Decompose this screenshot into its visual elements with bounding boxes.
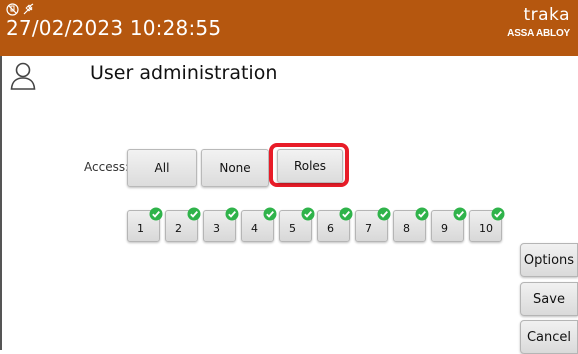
check-icon [149, 207, 163, 224]
logo-main: traka [523, 5, 570, 25]
slot-button[interactable]: 6 [317, 207, 353, 242]
status-icons [6, 3, 35, 16]
check-icon [453, 207, 467, 224]
top-status-bar: 27/02/2023 10:28:55 traka ASSA ABLOY [0, 0, 578, 56]
slot-number: 1 [137, 222, 144, 235]
power-icon [22, 3, 35, 16]
slot-number: 6 [327, 222, 334, 235]
slot-button[interactable]: 4 [241, 207, 277, 242]
access-label: Access: [84, 160, 130, 174]
slot-number: 4 [251, 222, 258, 235]
slot-number: 5 [289, 222, 296, 235]
traka-logo: traka ASSA ABLOY [507, 6, 570, 39]
check-icon [263, 207, 277, 224]
left-border [0, 56, 2, 350]
access-roles-button[interactable]: Roles [277, 149, 343, 183]
page-title: User administration [90, 62, 278, 84]
logo-sub: ASSA ABLOY [507, 28, 570, 39]
save-button[interactable]: Save [520, 282, 578, 316]
slot-button[interactable]: 3 [203, 207, 239, 242]
slot-number: 8 [403, 222, 410, 235]
slot-number: 2 [175, 222, 182, 235]
network-icon [6, 3, 19, 16]
slot-button[interactable]: 10 [469, 207, 505, 242]
slot-button[interactable]: 1 [127, 207, 163, 242]
options-button[interactable]: Options [520, 243, 578, 277]
access-all-button[interactable]: All [127, 149, 197, 187]
cancel-button[interactable]: Cancel [520, 320, 578, 354]
slot-number: 7 [365, 222, 372, 235]
user-icon [10, 62, 36, 94]
check-icon [415, 207, 429, 224]
access-none-button[interactable]: None [201, 149, 269, 187]
check-icon [339, 207, 353, 224]
slot-number: 3 [213, 222, 220, 235]
slot-button[interactable]: 5 [279, 207, 315, 242]
datetime: 27/02/2023 10:28:55 [6, 16, 222, 40]
check-icon [187, 207, 201, 224]
check-icon [491, 207, 505, 224]
slot-button[interactable]: 9 [431, 207, 467, 242]
slot-number: 9 [441, 222, 448, 235]
slot-button[interactable]: 2 [165, 207, 201, 242]
check-icon [301, 207, 315, 224]
slot-button[interactable]: 7 [355, 207, 391, 242]
check-icon [225, 207, 239, 224]
check-icon [377, 207, 391, 224]
slot-button[interactable]: 8 [393, 207, 429, 242]
